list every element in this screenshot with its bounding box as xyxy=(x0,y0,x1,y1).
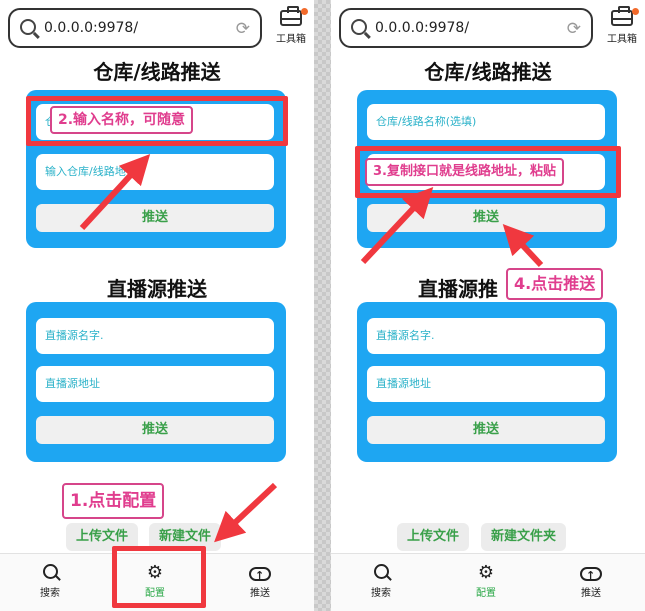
warehouse-name-input[interactable]: 仓库/线路名称(选填) xyxy=(367,104,605,140)
notification-dot xyxy=(632,8,639,15)
toolbox-label: 工具箱 xyxy=(276,34,306,45)
annotation-step3: 3.复制接口就是线路地址，粘贴 xyxy=(365,158,564,186)
cloud-upload-icon xyxy=(249,565,271,587)
address-bar[interactable]: 0.0.0.0:9978/ ⟳ xyxy=(339,8,593,48)
url-text[interactable]: 0.0.0.0:9978/ xyxy=(44,20,138,36)
toolbox-label: 工具箱 xyxy=(607,34,637,45)
refresh-icon[interactable]: ⟳ xyxy=(236,19,250,39)
live-url-input[interactable]: 直播源地址 xyxy=(367,366,605,402)
annotation-box-config xyxy=(112,546,206,608)
nav-config[interactable]: ⚙ 配置 xyxy=(456,562,516,599)
cloud-upload-icon xyxy=(580,565,602,587)
nav-search[interactable]: 搜索 xyxy=(20,562,80,599)
arrow-to-config xyxy=(214,482,278,543)
warehouse-title: 仓库/线路推送 xyxy=(424,60,552,84)
warehouse-push-button[interactable]: 推送 xyxy=(367,204,605,232)
nav-push-label: 推送 xyxy=(250,588,270,599)
search-icon xyxy=(373,564,389,579)
toolbox-icon xyxy=(611,6,633,26)
warehouse-url-input[interactable]: 输入仓库/线路地 xyxy=(36,154,274,190)
live-url-input[interactable]: 直播源地址 xyxy=(36,366,274,402)
nav-search-label: 搜索 xyxy=(371,588,391,599)
url-text[interactable]: 0.0.0.0:9978/ xyxy=(375,20,469,36)
live-card: 直播源名字. 直播源地址 推送 xyxy=(357,302,617,462)
nav-push[interactable]: 推送 xyxy=(230,562,290,599)
address-bar[interactable]: 0.0.0.0:9978/ ⟳ xyxy=(8,8,262,48)
nav-push-label: 推送 xyxy=(581,588,601,599)
warehouse-title: 仓库/线路推送 xyxy=(93,60,221,84)
nav-search[interactable]: 搜索 xyxy=(351,562,411,599)
right-phone-screen: 0.0.0.0:9978/ ⟳ 工具箱 仓库/线路推送 仓库/线路名称(选填) … xyxy=(331,0,645,611)
annotation-step2: 2.输入名称，可随意 xyxy=(50,106,194,134)
annotation-step4: 4.点击推送 xyxy=(506,268,604,300)
panel-divider xyxy=(314,0,331,611)
new-folder-button[interactable]: 新建文件夹 xyxy=(481,523,567,551)
live-push-button[interactable]: 推送 xyxy=(367,416,605,444)
search-icon xyxy=(42,564,58,579)
left-phone-screen: 0.0.0.0:9978/ ⟳ 工具箱 仓库/线路推送 仓 输入仓库/线路地 推… xyxy=(0,0,314,611)
warehouse-push-button[interactable]: 推送 xyxy=(36,204,274,232)
gear-icon: ⚙ xyxy=(477,562,495,583)
notification-dot xyxy=(301,8,308,15)
live-title: 直播源推送 xyxy=(107,277,207,301)
toolbox-button[interactable]: 工具箱 xyxy=(603,6,641,48)
annotation-step1: 1.点击配置 xyxy=(62,483,165,519)
bottom-nav: 搜索 ⚙ 配置 推送 xyxy=(331,553,645,611)
nav-push[interactable]: 推送 xyxy=(561,562,621,599)
toolbox-icon xyxy=(280,6,302,26)
upload-file-button[interactable]: 上传文件 xyxy=(397,523,470,551)
nav-config-label: 配置 xyxy=(476,588,496,599)
nav-search-label: 搜索 xyxy=(40,588,60,599)
refresh-icon[interactable]: ⟳ xyxy=(567,19,581,39)
search-icon xyxy=(351,19,367,35)
live-name-input[interactable]: 直播源名字. xyxy=(36,318,274,354)
toolbox-button[interactable]: 工具箱 xyxy=(272,6,310,48)
live-name-input[interactable]: 直播源名字. xyxy=(367,318,605,354)
live-push-button[interactable]: 推送 xyxy=(36,416,274,444)
search-icon xyxy=(20,19,36,35)
live-card: 直播源名字. 直播源地址 推送 xyxy=(26,302,286,462)
